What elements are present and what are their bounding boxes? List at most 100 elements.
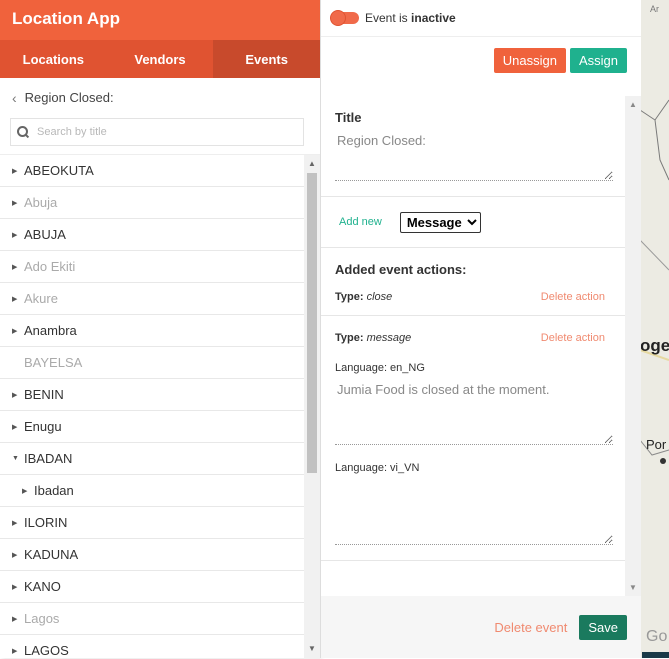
list-item-label: Ibadan <box>34 483 74 498</box>
list-item[interactable]: ▶ Ibadan <box>0 475 304 507</box>
tab-vendors[interactable]: Vendors <box>107 40 214 78</box>
delete-event-button[interactable]: Delete event <box>494 620 567 635</box>
list-item[interactable]: ▶ Lagos <box>0 603 304 635</box>
list-item-label: IBADAN <box>24 451 73 466</box>
caret-right-icon[interactable]: ▶ <box>12 295 24 303</box>
city-marker-icon <box>660 458 666 464</box>
add-new-link[interactable]: Add new <box>335 216 382 228</box>
actions-heading: Added event actions: <box>335 262 467 277</box>
list-item[interactable]: ▶ Ado Ekiti <box>0 251 304 283</box>
status-value: inactive <box>411 11 456 25</box>
google-logo: Go <box>646 628 668 645</box>
title-field[interactable] <box>335 131 613 181</box>
scroll-up-icon[interactable]: ▲ <box>629 100 637 109</box>
assign-button[interactable]: Assign <box>569 47 627 73</box>
language-label: Language: vi_VN <box>335 462 420 474</box>
search-box <box>10 118 304 146</box>
caret-right-icon[interactable]: ▶ <box>12 519 24 527</box>
caret-right-icon[interactable]: ▶ <box>22 487 34 495</box>
caret-right-icon[interactable]: ▶ <box>12 615 24 623</box>
caret-right-icon[interactable]: ▶ <box>12 647 24 655</box>
status-prefix: Event is <box>365 11 408 25</box>
caret-right-icon[interactable]: ▶ <box>12 423 24 431</box>
action-type: close <box>366 291 393 303</box>
list-item-label: ILORIN <box>24 515 68 530</box>
list-item-label: BENIN <box>24 387 64 402</box>
caret-right-icon[interactable]: ▶ <box>12 263 24 271</box>
title-heading: Title <box>335 110 362 125</box>
assign-actions: Unassign Assign <box>321 37 641 83</box>
list-item[interactable]: ▶ ILORIN <box>0 507 304 539</box>
list-item[interactable]: ▶ ABEOKUTA <box>0 155 304 187</box>
list-item[interactable]: ▶ LAGOS <box>0 635 304 659</box>
caret-right-icon[interactable]: ▶ <box>12 327 24 335</box>
scroll-down-icon[interactable]: ▼ <box>629 583 637 592</box>
save-button[interactable]: Save <box>579 614 627 640</box>
action-row: Type: close Delete action <box>335 291 611 303</box>
list-item-label: Abuja <box>24 195 58 210</box>
delete-action-button[interactable]: Delete action <box>541 291 605 303</box>
left-panel: Location App Locations Vendors Events ‹ … <box>0 0 321 659</box>
list-item[interactable]: ▶ Enugu <box>0 411 304 443</box>
caret-right-icon[interactable]: ▶ <box>12 167 24 175</box>
scroll-thumb[interactable] <box>307 173 317 473</box>
list-item-label: Lagos <box>24 611 60 626</box>
caret-down-icon[interactable]: ▼ <box>12 455 24 462</box>
caret-right-icon[interactable]: ▶ <box>12 583 24 591</box>
unassign-button[interactable]: Unassign <box>493 47 566 73</box>
list-item-label: KANO <box>24 579 61 594</box>
list-item-label: Enugu <box>24 419 62 434</box>
action-type-select[interactable]: Message <box>399 211 481 233</box>
breadcrumb[interactable]: ‹ Region Closed: <box>0 78 320 118</box>
language-label: Language: en_NG <box>335 362 425 374</box>
tab-events[interactable]: Events <box>213 40 321 78</box>
map-label: Ar <box>650 4 659 14</box>
type-label: Type: <box>335 332 364 344</box>
list-item-label: Ado Ekiti <box>24 259 76 274</box>
list-item[interactable]: BAYELSA <box>0 347 304 379</box>
caret-right-icon[interactable]: ▶ <box>12 391 24 399</box>
list-item[interactable]: ▶ Anambra <box>0 315 304 347</box>
list-item-label: ABUJA <box>24 227 66 242</box>
list-item-label: Akure <box>24 291 58 306</box>
caret-right-icon[interactable]: ▶ <box>12 199 24 207</box>
list-item[interactable]: ▼ IBADAN <box>0 443 304 475</box>
caret-right-icon[interactable]: ▶ <box>12 231 24 239</box>
app-title: Location App <box>0 0 320 40</box>
list-item[interactable]: ▶ KADUNA <box>0 539 304 571</box>
scroll-down-icon[interactable]: ▼ <box>308 644 316 653</box>
scroll-up-icon[interactable]: ▲ <box>308 159 316 168</box>
map-label: oge <box>640 336 669 355</box>
region-list: ▶ ABEOKUTA ▶ Abuja ▶ ABUJA ▶ Ado Ekiti ▶ Akure ▶ An… <box>0 154 320 659</box>
message-en-field[interactable] <box>335 380 613 445</box>
delete-action-button[interactable]: Delete action <box>541 332 605 344</box>
list-item[interactable]: ▶ KANO <box>0 571 304 603</box>
map-label: Por <box>646 437 667 452</box>
type-label: Type: <box>335 291 364 303</box>
list-item[interactable]: ▶ ABUJA <box>0 219 304 251</box>
event-footer: Delete event Save <box>321 596 641 658</box>
breadcrumb-label: Region Closed: <box>24 90 114 105</box>
editor-scrollbar[interactable]: ▲ ▼ <box>625 96 641 596</box>
event-panel: Event is inactive Unassign Assign Title … <box>320 0 641 658</box>
list-item[interactable]: ▶ Akure <box>0 283 304 315</box>
caret-right-icon[interactable]: ▶ <box>12 551 24 559</box>
action-type: message <box>366 332 412 344</box>
list-scrollbar[interactable]: ▲ ▼ <box>304 155 320 659</box>
list-item-label: LAGOS <box>24 643 69 658</box>
tab-bar: Locations Vendors Events <box>0 40 321 78</box>
list-item-label: BAYELSA <box>24 355 83 370</box>
chevron-left-icon[interactable]: ‹ <box>12 78 17 118</box>
tab-locations[interactable]: Locations <box>0 40 107 78</box>
list-item-label: Anambra <box>24 323 77 338</box>
list-item[interactable]: ▶ BENIN <box>0 379 304 411</box>
message-vi-field[interactable] <box>335 480 613 545</box>
event-editor: Title Add new Message Added event action… <box>321 96 641 596</box>
action-row: Type: message Delete action <box>335 332 611 344</box>
search-input[interactable] <box>35 125 279 139</box>
list-item[interactable]: ▶ Abuja <box>0 187 304 219</box>
search-icon <box>17 126 29 138</box>
list-item-label: KADUNA <box>24 547 79 562</box>
event-status: Event is inactive <box>321 0 641 37</box>
active-toggle[interactable] <box>331 11 359 25</box>
